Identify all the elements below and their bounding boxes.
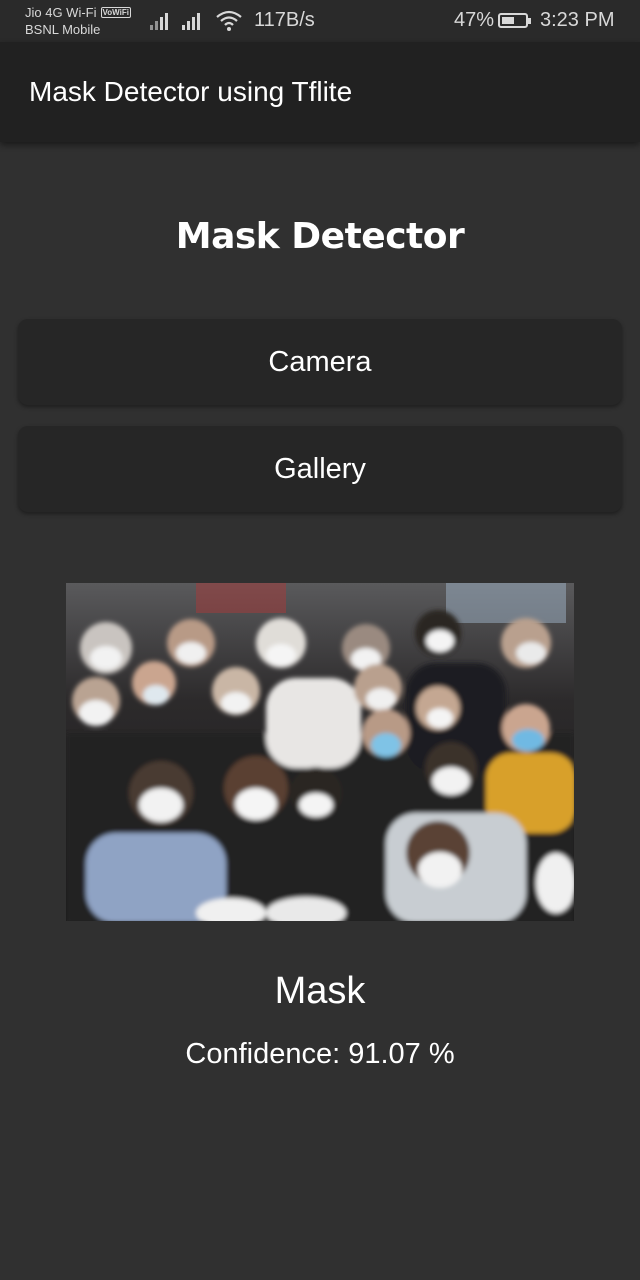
app-bar: Mask Detector using Tflite xyxy=(0,42,640,142)
signal-group xyxy=(150,10,200,30)
clock: 3:23 PM xyxy=(540,9,615,31)
gallery-button[interactable]: Gallery xyxy=(18,426,622,512)
carrier-info: Jio 4G Wi-Fi VoWiFi BSNL Mobile xyxy=(25,4,131,38)
battery-percent: 47% xyxy=(454,9,495,31)
result-label: Mask xyxy=(274,970,366,1012)
carrier-1-label: Jio 4G Wi-Fi xyxy=(25,5,97,20)
status-bar: Jio 4G Wi-Fi VoWiFi BSNL Mobile 117B/s 4… xyxy=(0,0,640,42)
vowifi-badge: VoWiFi xyxy=(100,7,131,18)
app-title: Mask Detector using Tflite xyxy=(29,76,353,107)
confidence-text: Confidence: 91.07 % xyxy=(185,1038,455,1070)
battery-icon xyxy=(498,13,531,28)
camera-button[interactable]: Camera xyxy=(18,319,622,405)
signal-icon xyxy=(182,10,200,30)
network-speed: 117B/s xyxy=(254,9,315,31)
wifi-icon xyxy=(216,10,242,31)
signal-icon xyxy=(150,10,168,30)
carrier-2-label: BSNL Mobile xyxy=(25,22,101,37)
selected-image xyxy=(66,583,574,921)
page-heading: Mask Detector xyxy=(175,216,465,257)
